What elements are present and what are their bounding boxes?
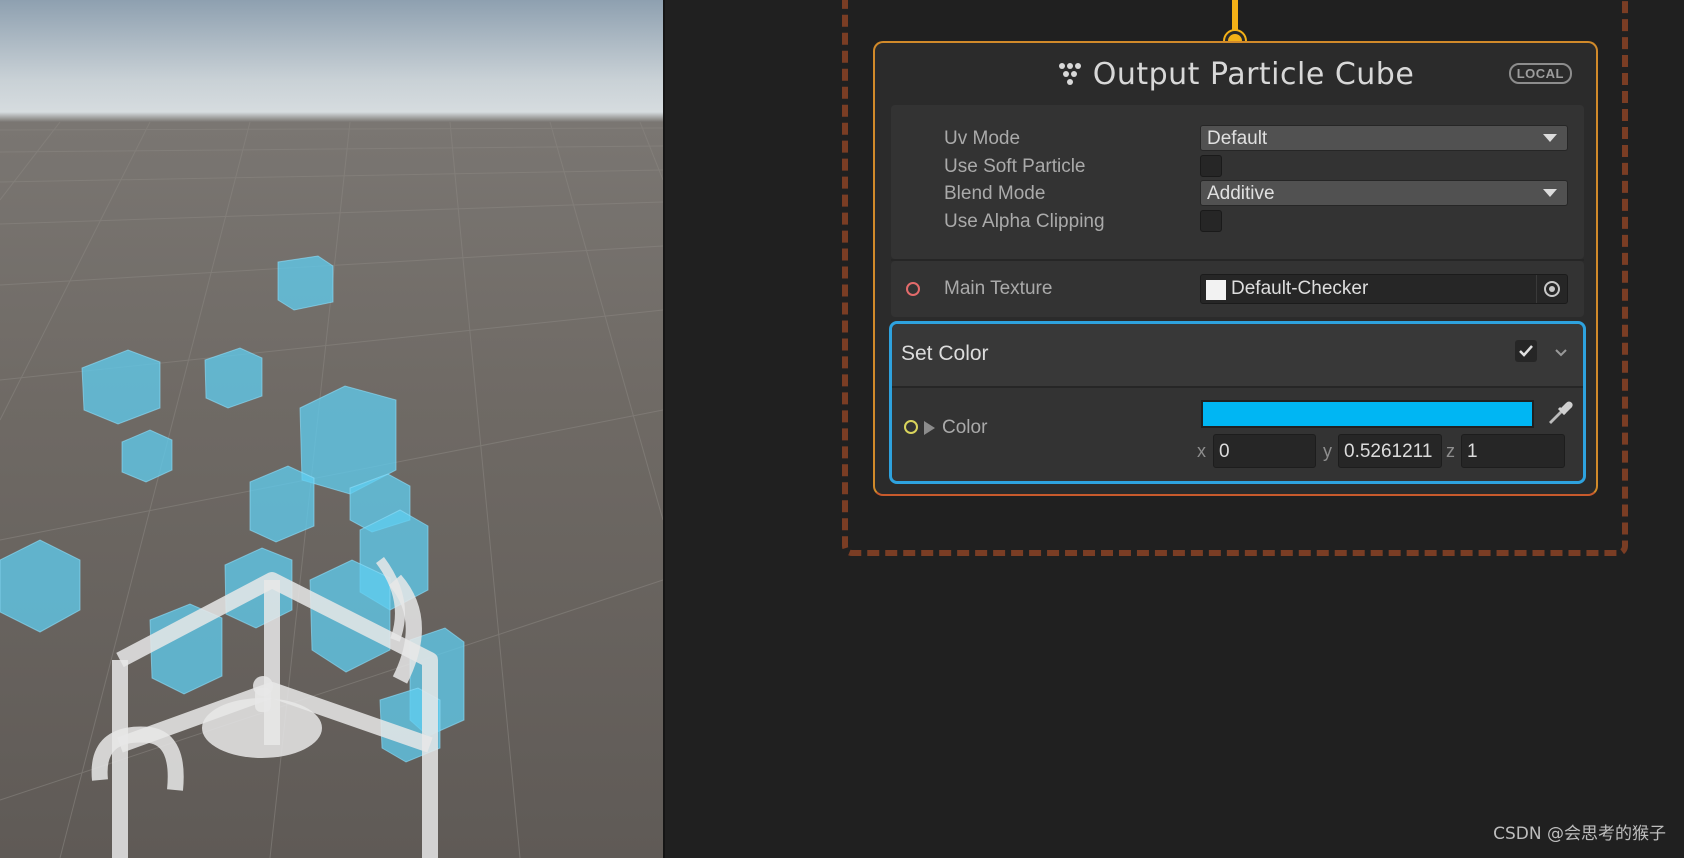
node-header[interactable]: Output Particle Cube <box>875 43 1596 105</box>
setting-uv-mode: Uv Mode Default <box>891 125 1584 151</box>
setting-label: Uv Mode <box>944 128 1021 149</box>
node-settings: Uv Mode Default Use Soft Particle Blend … <box>891 105 1584 259</box>
x-label: x <box>1197 441 1206 461</box>
dropdown-value: Default <box>1207 128 1268 149</box>
z-value: 1 <box>1467 441 1478 462</box>
particle-cubes <box>0 255 465 763</box>
node-title: Output Particle Cube <box>1092 56 1415 92</box>
x-value: 0 <box>1219 441 1230 462</box>
z-field[interactable]: 1 <box>1461 434 1565 468</box>
blend-mode-dropdown[interactable]: Additive <box>1200 180 1568 206</box>
block-body: Color x 0 y 0.5261211 z 1 <box>892 388 1583 481</box>
dropdown-value: Additive <box>1207 183 1275 204</box>
setting-label: Blend Mode <box>944 183 1046 204</box>
block-title: Set Color <box>901 342 989 365</box>
flow-connection <box>1232 0 1238 34</box>
setting-use-soft-particle: Use Soft Particle <box>891 153 1584 179</box>
dropdown-arrow-icon <box>1543 134 1557 142</box>
setting-use-alpha-clipping: Use Alpha Clipping <box>891 208 1584 234</box>
chevron-down-icon[interactable] <box>1553 344 1569 360</box>
setting-blend-mode: Blend Mode Additive <box>891 180 1584 206</box>
block-enabled-toggle[interactable] <box>1515 340 1537 362</box>
block-header[interactable]: Set Color <box>892 324 1583 388</box>
y-field[interactable]: 0.5261211 <box>1338 434 1442 468</box>
texture-thumbnail <box>1206 280 1226 300</box>
main-texture-field[interactable]: Default-Checker <box>1200 274 1568 304</box>
set-color-block[interactable]: Set Color Color x 0 y 0.5261211 z 1 <box>889 321 1586 484</box>
setting-label: Use Soft Particle <box>944 156 1086 177</box>
scene-viewport <box>0 121 663 858</box>
local-space-badge[interactable]: LOCAL <box>1508 63 1572 84</box>
texture-name: Default-Checker <box>1231 278 1369 299</box>
expand-arrow-icon[interactable] <box>924 421 935 435</box>
object-picker-button[interactable] <box>1536 275 1567 303</box>
texture-input-port[interactable] <box>906 282 920 296</box>
use-alpha-clipping-checkbox[interactable] <box>1200 210 1222 232</box>
uv-mode-dropdown[interactable]: Default <box>1200 125 1568 151</box>
eyedropper-icon[interactable] <box>1545 398 1575 428</box>
x-field[interactable]: 0 <box>1213 434 1316 468</box>
main-texture-row: Main Texture Default-Checker <box>891 261 1584 317</box>
dropdown-arrow-icon <box>1543 189 1557 197</box>
particles-icon <box>1058 63 1081 85</box>
y-value: 0.5261211 <box>1344 441 1433 462</box>
main-texture-label: Main Texture <box>944 278 1053 299</box>
checkmark-icon <box>1519 345 1533 357</box>
scene-view[interactable] <box>0 0 663 858</box>
setting-label: Use Alpha Clipping <box>944 211 1105 232</box>
color-label: Color <box>942 417 988 438</box>
color-input-port[interactable] <box>904 420 918 434</box>
y-label: y <box>1323 441 1332 461</box>
watermark-text: CSDN @会思考的猴子 <box>1493 824 1666 844</box>
z-label: z <box>1446 441 1455 461</box>
output-particle-cube-node[interactable]: Output Particle Cube LOCAL Uv Mode Defau… <box>873 41 1598 496</box>
use-soft-particle-checkbox[interactable] <box>1200 155 1222 177</box>
color-swatch[interactable] <box>1201 400 1534 428</box>
